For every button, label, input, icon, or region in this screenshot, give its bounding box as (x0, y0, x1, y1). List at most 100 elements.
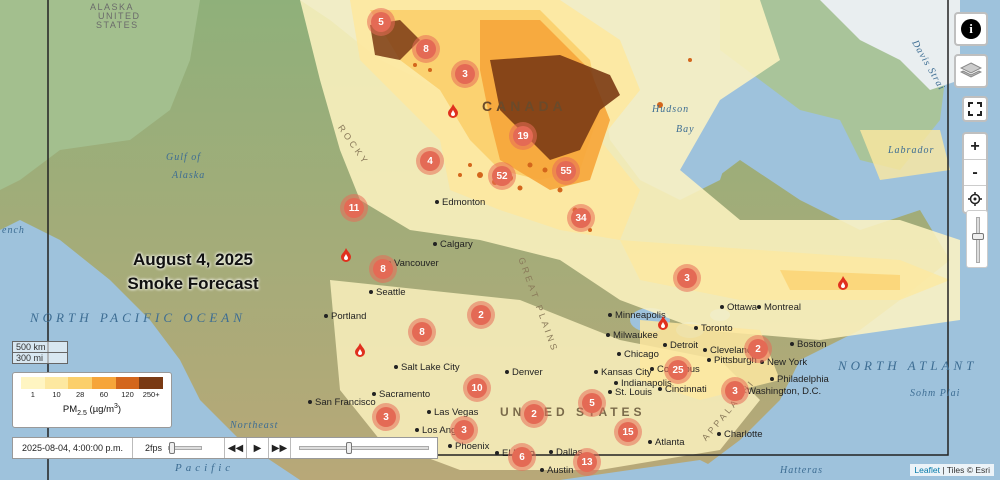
fire-cluster-marker[interactable]: 8 (408, 318, 436, 346)
fire-cluster-marker[interactable]: 3 (721, 377, 749, 405)
legend-tick: 60 (99, 390, 108, 399)
current-time: 2025-08-04, 4:00:00 p.m. (13, 438, 133, 458)
fire-cluster-marker[interactable]: 34 (567, 204, 595, 232)
info-button[interactable]: i (954, 12, 988, 46)
fire-cluster-marker[interactable]: 3 (372, 403, 400, 431)
opacity-slider-thumb[interactable] (972, 233, 984, 240)
fire-icon[interactable] (837, 276, 849, 290)
info-icon: i (961, 19, 981, 39)
fire-cluster-marker[interactable]: 13 (573, 448, 601, 476)
cluster-count: 2 (748, 339, 768, 359)
cluster-count: 34 (571, 208, 591, 228)
fire-cluster-marker[interactable]: 8 (369, 255, 397, 283)
cluster-count: 3 (677, 268, 697, 288)
fire-cluster-marker[interactable]: 5 (367, 8, 395, 36)
cluster-count: 8 (373, 259, 393, 279)
title-date: August 4, 2025 (133, 250, 253, 269)
cluster-count: 3 (455, 64, 475, 84)
fire-cluster-marker[interactable]: 3 (673, 264, 701, 292)
cluster-count: 8 (416, 39, 436, 59)
cluster-count: 52 (492, 166, 512, 186)
fire-cluster-marker[interactable]: 8 (412, 35, 440, 63)
fire-cluster-marker[interactable]: 5 (578, 389, 606, 417)
fire-cluster-marker[interactable]: 19 (509, 122, 537, 150)
opacity-slider[interactable] (966, 210, 988, 268)
cluster-count: 6 (512, 447, 532, 467)
fire-icon[interactable] (447, 104, 459, 118)
cluster-count: 10 (467, 378, 487, 398)
cluster-count: 13 (577, 452, 597, 472)
pm25-legend: 1 10 28 60 120 250+ PM2.5 (µg/m3) (12, 372, 172, 428)
attribution: Leaflet | Tiles © Esri (910, 464, 994, 476)
fire-icon[interactable] (340, 248, 352, 262)
legend-tick: 250+ (142, 390, 160, 399)
forecast-title: August 4, 2025 Smoke Forecast (108, 248, 278, 296)
fire-cluster-marker[interactable]: 6 (508, 443, 536, 471)
cluster-count: 3 (725, 381, 745, 401)
cluster-count: 5 (371, 12, 391, 32)
legend-swatch (139, 377, 164, 389)
cluster-count: 2 (471, 305, 491, 325)
fire-cluster-marker[interactable]: 25 (664, 356, 692, 384)
cluster-count: 8 (412, 322, 432, 342)
locate-icon (968, 192, 982, 206)
fire-icon[interactable] (354, 343, 366, 357)
zoom-control: + - (962, 132, 988, 214)
fire-icon[interactable] (657, 316, 669, 330)
tiles-credit: Tiles © Esri (946, 465, 990, 475)
fullscreen-button[interactable] (962, 96, 988, 122)
layers-button[interactable] (954, 54, 988, 88)
legend-tick: 28 (75, 390, 85, 399)
cluster-count: 3 (376, 407, 396, 427)
fire-cluster-marker[interactable]: 10 (463, 374, 491, 402)
time-slider[interactable] (299, 442, 429, 454)
legend-swatch (115, 377, 140, 389)
legend-swatch (92, 377, 116, 389)
fps-slider[interactable] (168, 442, 203, 454)
legend-unit: PM2.5 (µg/m3) (62, 403, 122, 418)
legend-tick: 1 (30, 390, 35, 399)
cluster-count: 11 (344, 198, 364, 218)
play-button[interactable]: ▶ (247, 438, 269, 458)
cluster-count: 19 (513, 126, 533, 146)
legend-ticks: 1 10 28 60 120 250+ (21, 390, 163, 400)
fullscreen-icon (968, 102, 982, 116)
fire-cluster-marker[interactable]: 52 (488, 162, 516, 190)
step-back-button[interactable]: ◀◀ (225, 438, 247, 458)
layers-icon (960, 62, 982, 78)
time-slider-wrap (291, 442, 437, 454)
cluster-count: 4 (420, 151, 440, 171)
fps-control: 2fps (133, 438, 225, 458)
scale-mi: 300 mi (12, 352, 68, 364)
fire-cluster-marker[interactable]: 2 (467, 301, 495, 329)
cluster-count: 25 (668, 360, 688, 380)
cluster-count: 15 (618, 422, 638, 442)
fire-cluster-marker[interactable]: 55 (552, 157, 580, 185)
legend-tick: 10 (52, 390, 61, 399)
step-forward-button[interactable]: ▶▶ (269, 438, 291, 458)
cluster-count: 2 (524, 404, 544, 424)
legend-swatch (68, 377, 93, 389)
legend-tick: 120 (121, 390, 134, 399)
locate-button[interactable] (964, 186, 986, 212)
title-subtitle: Smoke Forecast (127, 274, 259, 293)
fps-slider-thumb[interactable] (169, 442, 176, 454)
time-slider-thumb[interactable] (345, 442, 352, 454)
fire-cluster-marker[interactable]: 4 (416, 147, 444, 175)
legend-swatch (44, 377, 69, 389)
zoom-out-button[interactable]: - (964, 160, 986, 186)
fire-cluster-marker[interactable]: 3 (451, 60, 479, 88)
cluster-count: 3 (454, 420, 474, 440)
cluster-count: 5 (582, 393, 602, 413)
fire-cluster-marker[interactable]: 2 (520, 400, 548, 428)
fire-cluster-marker[interactable]: 15 (614, 418, 642, 446)
fire-cluster-marker[interactable]: 2 (744, 335, 772, 363)
cluster-count: 55 (556, 161, 576, 181)
fps-label: 2fps (145, 443, 163, 453)
fire-cluster-marker[interactable]: 3 (450, 416, 478, 444)
fire-cluster-marker[interactable]: 11 (340, 194, 368, 222)
zoom-in-button[interactable]: + (964, 134, 986, 160)
time-player: 2025-08-04, 4:00:00 p.m. 2fps ◀◀ ▶ ▶▶ (12, 437, 438, 459)
legend-color-bar (21, 377, 164, 389)
leaflet-link[interactable]: Leaflet (914, 465, 940, 475)
